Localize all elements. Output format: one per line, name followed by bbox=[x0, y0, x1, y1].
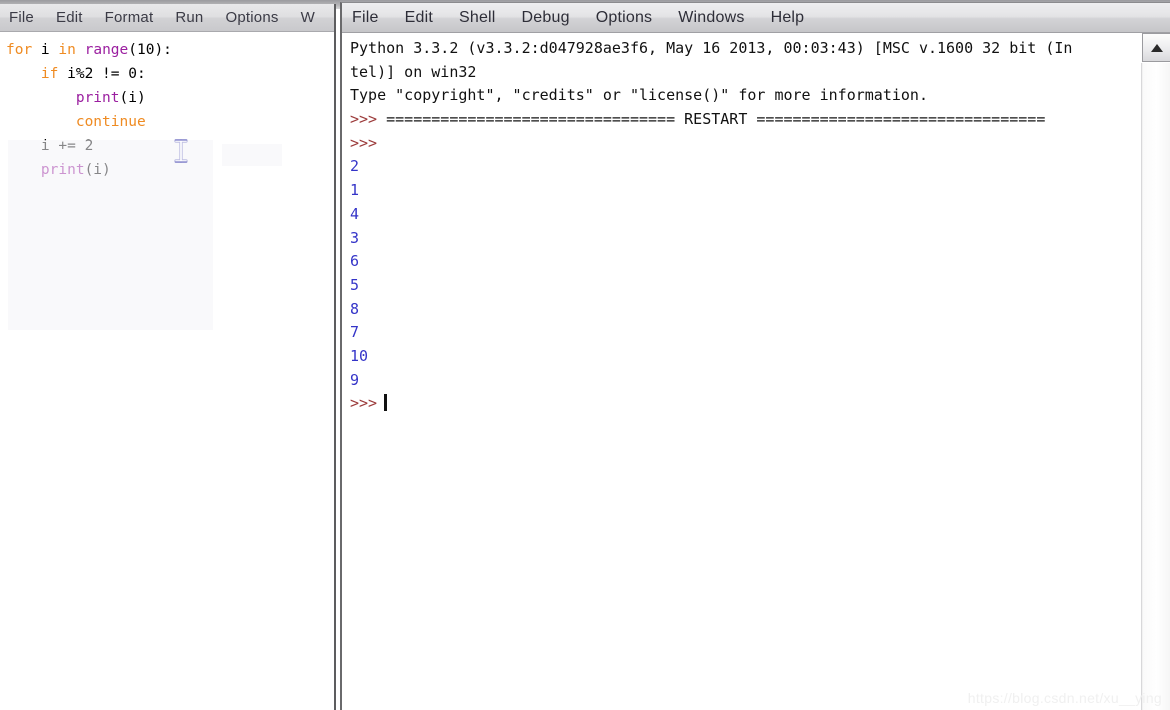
shell-transcript[interactable]: Python 3.3.2 (v3.3.2:d047928ae3f6, May 1… bbox=[350, 37, 1134, 416]
shell-prompt-line: >>> bbox=[350, 132, 1134, 156]
source-code[interactable]: for i in range(10): if i%2 != 0: print(i… bbox=[0, 32, 334, 182]
shell-output-line: 5 bbox=[350, 274, 1134, 298]
shell-output-line: 3 bbox=[350, 227, 1134, 251]
shell-menu-debug[interactable]: Debug bbox=[522, 9, 570, 27]
editor-menu-format[interactable]: Format bbox=[105, 9, 154, 26]
code-token: in bbox=[58, 42, 76, 58]
shell-menu-file[interactable]: File bbox=[352, 9, 379, 27]
shell-output-value: 6 bbox=[350, 252, 360, 271]
code-token: (10): bbox=[128, 42, 172, 58]
shell-output-value: 7 bbox=[350, 323, 360, 342]
shell-banner-line: Type "copyright", "credits" or "license(… bbox=[350, 84, 1134, 108]
code-line: i += 2 bbox=[6, 134, 334, 158]
shell-menu-edit[interactable]: Edit bbox=[405, 9, 433, 27]
desktop-background: File Edit Format Run Options W for i in … bbox=[0, 0, 1170, 710]
shell-output-value: 5 bbox=[350, 275, 360, 294]
code-line: continue bbox=[6, 110, 334, 134]
python-shell-window: File Edit Shell Debug Options Windows He… bbox=[340, 2, 1170, 710]
code-token: print bbox=[40, 162, 85, 178]
code-token: for bbox=[6, 42, 33, 58]
shell-line-text: Python 3.3.2 (v3.3.2:d047928ae3f6, May 1… bbox=[350, 39, 1073, 57]
shell-output-value: 4 bbox=[350, 204, 360, 223]
shell-menu-options[interactable]: Options bbox=[596, 9, 653, 27]
shell-text-caret bbox=[384, 394, 388, 412]
shell-line-text: tel)] on win32 bbox=[350, 62, 477, 81]
shell-menu-bar: File Edit Shell Debug Options Windows He… bbox=[342, 3, 1170, 33]
scrollbar-thumb[interactable] bbox=[1143, 63, 1170, 710]
shell-menu-help[interactable]: Help bbox=[771, 9, 805, 27]
shell-banner-line: tel)] on win32 bbox=[350, 61, 1134, 85]
shell-vertical-scrollbar[interactable] bbox=[1141, 33, 1170, 710]
shell-prompt: >>> bbox=[350, 110, 387, 129]
shell-output-value: 8 bbox=[350, 299, 360, 318]
scroll-up-arrow-icon[interactable] bbox=[1142, 33, 1170, 62]
code-token: range bbox=[84, 42, 129, 58]
shell-output-value: 2 bbox=[350, 157, 360, 176]
code-token: i%2 != 0: bbox=[58, 66, 146, 82]
shell-output-value: 1 bbox=[350, 181, 360, 200]
editor-text-area[interactable]: for i in range(10): if i%2 != 0: print(i… bbox=[0, 32, 334, 710]
shell-prompt: >>> bbox=[350, 133, 378, 152]
code-token: if bbox=[40, 66, 59, 82]
code-line: if i%2 != 0: bbox=[6, 62, 334, 86]
code-token: (i) bbox=[84, 162, 111, 178]
shell-output-line: 8 bbox=[350, 298, 1134, 322]
code-token: i += 2 bbox=[6, 138, 94, 154]
python-editor-window: File Edit Format Run Options W for i in … bbox=[0, 4, 336, 710]
shell-restart-text: ================================ RESTART… bbox=[386, 110, 1046, 129]
editor-menu-bar: File Edit Format Run Options W bbox=[0, 4, 334, 32]
shell-output-value: 10 bbox=[350, 346, 369, 365]
code-token: (i) bbox=[119, 90, 146, 106]
code-token: print bbox=[75, 90, 120, 106]
editor-menu-run[interactable]: Run bbox=[175, 9, 203, 26]
shell-active-prompt-line: >>> bbox=[350, 392, 1134, 416]
shell-output-line: 2 bbox=[350, 155, 1134, 179]
shell-menu-shell[interactable]: Shell bbox=[459, 9, 496, 27]
editor-menu-edit[interactable]: Edit bbox=[56, 9, 83, 26]
shell-line-text: Type "copyright", "credits" or "license(… bbox=[350, 86, 928, 105]
shell-output-line: 7 bbox=[350, 321, 1134, 345]
shell-banner-line: Python 3.3.2 (v3.3.2:d047928ae3f6, May 1… bbox=[350, 37, 1134, 61]
shell-prompt: >>> bbox=[350, 394, 378, 413]
arrow-up-glyph bbox=[1150, 43, 1163, 52]
editor-menu-options[interactable]: Options bbox=[225, 9, 278, 26]
shell-output-line: 6 bbox=[350, 250, 1134, 274]
shell-output-line: 10 bbox=[350, 345, 1134, 369]
shell-menu-windows[interactable]: Windows bbox=[678, 9, 744, 27]
code-token: continue bbox=[75, 114, 146, 130]
code-line: for i in range(10): bbox=[6, 38, 334, 62]
code-line: print(i) bbox=[6, 158, 334, 182]
shell-output-line: 4 bbox=[350, 203, 1134, 227]
shell-output-line: 1 bbox=[350, 179, 1134, 203]
shell-output-line: 9 bbox=[350, 369, 1134, 393]
shell-output-value: 9 bbox=[350, 370, 360, 389]
shell-output-value: 3 bbox=[350, 228, 360, 247]
shell-restart-line: >>> ================================ RES… bbox=[350, 108, 1134, 132]
editor-menu-windows[interactable]: W bbox=[301, 9, 315, 26]
shell-output-area[interactable]: Python 3.3.2 (v3.3.2:d047928ae3f6, May 1… bbox=[342, 33, 1170, 710]
editor-menu-file[interactable]: File bbox=[9, 9, 34, 26]
code-token: i bbox=[32, 42, 59, 58]
code-line: print(i) bbox=[6, 86, 334, 110]
